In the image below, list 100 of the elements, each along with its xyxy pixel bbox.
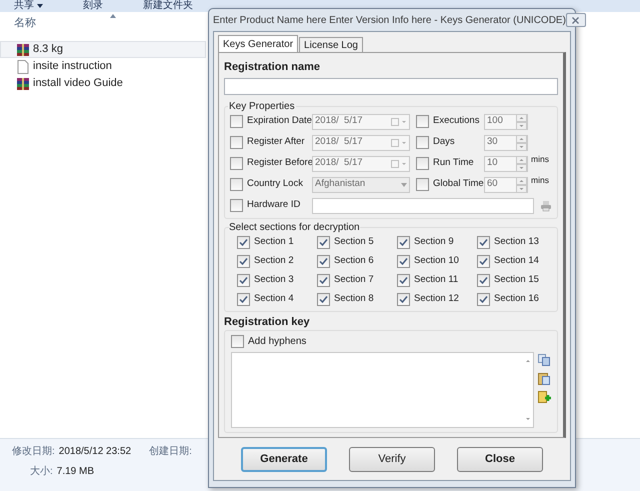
number-field[interactable]: 10 <box>484 156 528 172</box>
checkbox-label: Section 10 <box>414 254 459 268</box>
checkbox[interactable] <box>416 136 429 149</box>
checkbox-label: Section 6 <box>334 254 374 268</box>
checkbox[interactable] <box>237 255 250 268</box>
checkbox-label: Section 7 <box>334 273 374 288</box>
checkbox[interactable] <box>477 293 490 306</box>
checkbox-label: Global Time <box>433 177 484 192</box>
country-dropdown[interactable]: Afghanistan <box>312 176 410 192</box>
unit-label: mins <box>531 152 549 166</box>
checkbox[interactable] <box>231 335 244 348</box>
checkbox[interactable] <box>237 293 250 306</box>
calendar-dropdown-icon <box>391 160 407 168</box>
checkbox[interactable] <box>317 255 330 268</box>
spinner-arrows-icon[interactable] <box>516 156 527 172</box>
registration-name-label: Registration name <box>224 60 321 75</box>
checkbox-label: Section 4 <box>254 292 294 306</box>
spinner-arrows-icon[interactable] <box>516 176 527 192</box>
date-field[interactable]: 2018/ 5/17 <box>312 134 410 150</box>
checkbox[interactable] <box>230 115 243 128</box>
checkbox[interactable] <box>237 274 250 287</box>
close-button[interactable] <box>566 13 586 27</box>
caret-icon <box>37 4 43 8</box>
checkbox-label: Country Lock <box>247 177 303 192</box>
checkbox-label: Section 1 <box>254 235 294 250</box>
checkbox-label: Hardware ID <box>247 198 300 212</box>
checkbox[interactable] <box>230 136 243 149</box>
checkbox[interactable] <box>397 255 410 268</box>
calendar-dropdown-icon <box>391 138 407 146</box>
hardware-id-field[interactable] <box>312 198 534 214</box>
checkbox-label: Section 2 <box>254 254 294 268</box>
detail-label: 修改日期: <box>12 444 55 459</box>
checkbox[interactable] <box>397 274 410 287</box>
checkbox[interactable] <box>477 274 490 287</box>
checkbox-label: Executions <box>433 114 480 128</box>
group-title: Key Properties <box>228 100 296 114</box>
checkbox[interactable] <box>397 236 410 249</box>
checkbox[interactable] <box>317 274 330 287</box>
checkbox-label: Section 15 <box>494 273 539 288</box>
checkbox-label: Section 5 <box>334 235 374 250</box>
file-name: insite instruction <box>33 59 112 74</box>
dialog-button[interactable]: Verify <box>349 446 435 472</box>
checkbox[interactable] <box>416 178 429 191</box>
checkbox-label: Section 9 <box>414 235 454 250</box>
checkbox[interactable] <box>397 293 410 306</box>
checkbox-label: Section 8 <box>334 292 374 306</box>
archive-icon <box>16 42 30 56</box>
paste-icon[interactable] <box>538 372 550 385</box>
add-document-icon[interactable] <box>538 391 551 404</box>
checkbox-label: Expiration Date <box>247 114 312 128</box>
checkbox-label: Section 16 <box>494 292 539 306</box>
number-field[interactable]: 60 <box>484 176 528 192</box>
window-title: Enter Product Name here Enter Version Info here - Keys Generator (UNICODE) <box>213 14 566 28</box>
checkbox-label: Register After <box>247 135 305 150</box>
checkbox-label: Add hyphens <box>248 335 306 349</box>
detail-value: 7.19 MB <box>56 465 94 479</box>
date-field[interactable]: 2018/ 5/17 <box>312 156 410 172</box>
file-item[interactable]: install video Guide <box>0 75 206 92</box>
checkbox[interactable] <box>416 115 429 128</box>
checkbox-label: Days <box>433 135 455 150</box>
detail-value: 2018/5/12 23:52 <box>58 445 132 459</box>
checkbox-label: Register Before <box>247 156 314 170</box>
detail-label: 大小: <box>30 464 53 479</box>
checkbox[interactable] <box>317 236 330 249</box>
checkbox[interactable] <box>230 178 243 191</box>
checkbox-label: Section 3 <box>254 273 294 288</box>
registration-key-textarea[interactable] <box>231 352 534 428</box>
checkbox[interactable] <box>477 255 490 268</box>
checkbox-label: Section 12 <box>414 292 459 306</box>
tab[interactable]: License Log <box>299 37 363 52</box>
registration-key-label: Registration key <box>224 314 311 330</box>
dialog-button[interactable]: Generate <box>241 446 327 472</box>
checkbox[interactable] <box>416 157 429 170</box>
checkbox[interactable] <box>477 236 490 249</box>
checkbox[interactable] <box>230 157 243 170</box>
checkbox[interactable] <box>230 199 243 212</box>
checkbox[interactable] <box>237 236 250 249</box>
file-name: install video Guide <box>33 76 123 92</box>
spinner-arrows-icon[interactable] <box>516 134 527 150</box>
unit-label: mins <box>531 174 549 186</box>
checkbox-label: Section 13 <box>494 235 539 250</box>
calendar-dropdown-icon <box>391 118 407 126</box>
copy-icon[interactable] <box>538 354 550 366</box>
printer-icon[interactable] <box>540 200 552 212</box>
registration-name-field[interactable] <box>224 78 558 94</box>
checkbox[interactable] <box>317 293 330 306</box>
number-field[interactable]: 100 <box>484 114 528 130</box>
file-item[interactable]: insite instruction <box>0 58 206 75</box>
tab[interactable]: Keys Generator <box>218 35 298 52</box>
column-header[interactable]: 名称 <box>14 14 36 31</box>
checkbox-label: Section 11 <box>414 273 458 288</box>
spinner-arrows-icon[interactable] <box>516 114 527 130</box>
group-title: Select sections for decryption <box>229 220 360 234</box>
date-field[interactable]: 2018/ 5/17 <box>312 114 410 130</box>
dialog-button[interactable]: Close <box>457 446 543 472</box>
file-name: 8.3 kg <box>33 42 63 58</box>
checkbox-label: Run Time <box>433 156 474 170</box>
detail-label: 创建日期: <box>149 444 192 459</box>
file-item[interactable]: 8.3 kg <box>0 41 206 58</box>
number-field[interactable]: 30 <box>484 134 528 150</box>
